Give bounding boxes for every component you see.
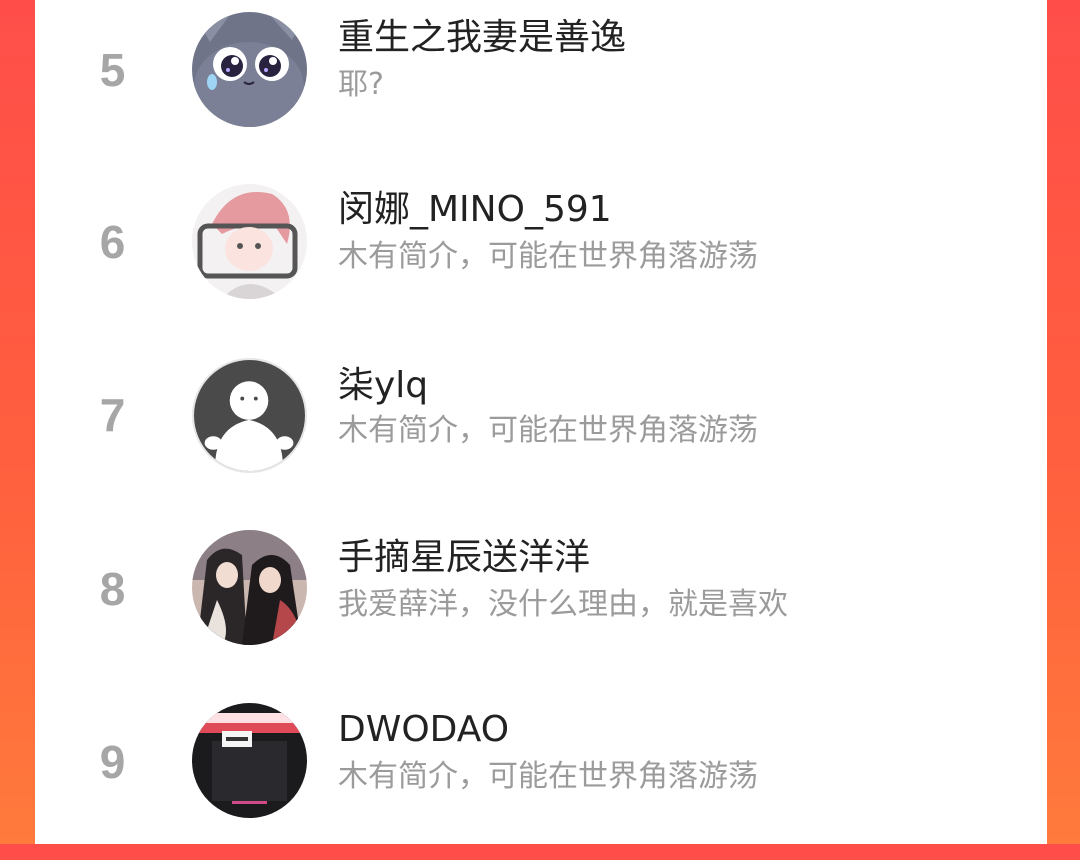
ranking-row-6[interactable]: 6 闵娜_MINO_591 木有简介，可能在世界角落游荡 bbox=[35, 172, 1047, 344]
rank-number: 8 bbox=[99, 563, 126, 615]
user-bio: 木有简介，可能在世界角落游荡 bbox=[338, 239, 758, 274]
user-bio: 我爱薛洋，没什么理由，就是喜欢 bbox=[338, 587, 788, 622]
rank-number: 6 bbox=[99, 216, 126, 268]
ranking-row-7[interactable]: 7 柒ylq 木有简介，可能在世界角落游荡 bbox=[35, 344, 1047, 516]
user-name[interactable]: 重生之我妻是善逸 bbox=[338, 18, 626, 58]
user-name[interactable]: 闵娜_MINO_591 bbox=[338, 190, 612, 230]
ranking-row-8[interactable]: 8 手摘星辰送洋洋 我爱薛洋，没什么理由，就是喜欢 bbox=[35, 516, 1047, 688]
photo-avatar-icon[interactable] bbox=[192, 703, 307, 818]
ranking-row-9[interactable]: 9 DWODAO 木有简介，可能在世界角落游荡 bbox=[35, 688, 1047, 860]
rank-number: 9 bbox=[99, 736, 126, 788]
user-bio: 耶? bbox=[338, 67, 384, 102]
user-bio: 木有简介，可能在世界角落游荡 bbox=[338, 413, 758, 448]
ranking-row-5[interactable]: 5 重生之我妻是善逸 耶? bbox=[35, 0, 1047, 172]
anime-couple-avatar-icon[interactable] bbox=[192, 530, 307, 645]
user-name[interactable]: DWODAO bbox=[338, 710, 509, 750]
user-bio: 木有简介，可能在世界角落游荡 bbox=[338, 759, 758, 794]
user-name[interactable]: 柒ylq bbox=[338, 366, 428, 406]
rank-number: 5 bbox=[99, 44, 126, 96]
default-person-avatar-icon[interactable] bbox=[192, 358, 307, 473]
user-name[interactable]: 手摘星辰送洋洋 bbox=[338, 538, 590, 578]
ranking-card: 5 重生之我妻是善逸 耶? 6 闵娜_MINO_591 木有简介，可能在世界角落… bbox=[35, 0, 1047, 844]
cartoon-cat-avatar-icon[interactable] bbox=[192, 12, 307, 127]
rank-number: 7 bbox=[99, 389, 126, 441]
anime-boy-avatar-icon[interactable] bbox=[192, 184, 307, 299]
